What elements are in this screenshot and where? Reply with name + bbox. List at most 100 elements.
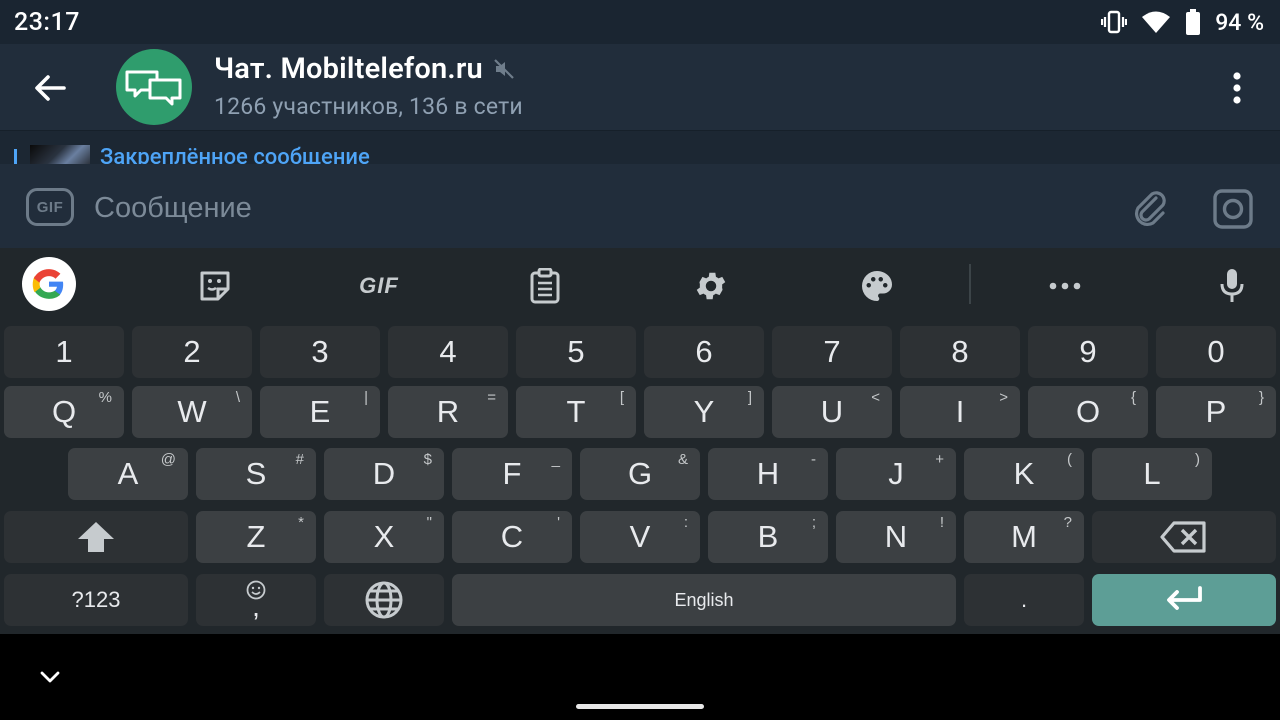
chat-title[interactable]: Чат. Mobiltelefon.ru bbox=[214, 52, 515, 86]
key-w[interactable]: W \ bbox=[132, 386, 252, 438]
key-f[interactable]: F _ bbox=[452, 448, 572, 500]
battery-icon bbox=[1185, 9, 1201, 35]
symbols-key[interactable]: ?123 bbox=[4, 574, 188, 626]
more-vert-icon bbox=[1233, 72, 1241, 104]
key-7[interactable]: 7 bbox=[772, 326, 892, 378]
key-b[interactable]: B; bbox=[708, 511, 828, 563]
key-e[interactable]: E | bbox=[260, 386, 380, 438]
keyboard-toolbar: GIF bbox=[0, 248, 1280, 322]
microphone-icon bbox=[1220, 269, 1244, 302]
backspace-icon bbox=[1160, 521, 1206, 553]
key-g[interactable]: G & bbox=[580, 448, 700, 500]
toolbar-divider bbox=[969, 264, 971, 304]
google-search-button[interactable] bbox=[22, 257, 76, 311]
key-d[interactable]: D $ bbox=[324, 448, 444, 500]
key-r[interactable]: R = bbox=[388, 386, 508, 438]
navigation-bar bbox=[0, 634, 1280, 720]
key-v[interactable]: V: bbox=[580, 511, 700, 563]
enter-key[interactable] bbox=[1092, 574, 1276, 626]
muted-icon bbox=[494, 59, 514, 79]
gif-tool-label: GIF bbox=[359, 273, 399, 298]
key-l[interactable]: L) bbox=[1092, 448, 1212, 500]
shift-key[interactable] bbox=[4, 511, 188, 563]
pinned-label: Закреплённое сообщение bbox=[100, 145, 370, 164]
key-0[interactable]: 0 bbox=[1156, 326, 1276, 378]
key-n[interactable]: N! bbox=[836, 511, 956, 563]
chevron-down-icon bbox=[40, 671, 60, 683]
key-3[interactable]: 3 bbox=[260, 326, 380, 378]
chat-subtitle: 1266 участников, 136 в сети bbox=[214, 93, 523, 120]
back-button[interactable] bbox=[28, 66, 72, 110]
message-input[interactable] bbox=[94, 188, 1094, 228]
pinned-indicator bbox=[14, 149, 17, 164]
key-s[interactable]: S # bbox=[196, 448, 316, 500]
sticker-button[interactable] bbox=[189, 260, 241, 312]
key-5[interactable]: 5 bbox=[516, 326, 636, 378]
arrow-left-icon bbox=[35, 75, 66, 101]
key-9[interactable]: 9 bbox=[1028, 326, 1148, 378]
theme-button[interactable] bbox=[851, 260, 903, 312]
pinned-thumbnail bbox=[30, 145, 90, 164]
key-a[interactable]: A @ bbox=[68, 448, 188, 500]
message-composer: GIF bbox=[0, 164, 1280, 248]
hide-keyboard-button[interactable] bbox=[36, 666, 64, 688]
status-bar: 23:17 94 % bbox=[0, 0, 1280, 44]
camera-button[interactable] bbox=[1210, 186, 1256, 232]
key-c[interactable]: C ' bbox=[452, 511, 572, 563]
key-x[interactable]: X " bbox=[324, 511, 444, 563]
more-menu-button[interactable] bbox=[1218, 66, 1256, 110]
status-time: 23:17 bbox=[14, 8, 80, 37]
key-6[interactable]: 6 bbox=[644, 326, 764, 378]
key-j[interactable]: J + bbox=[836, 448, 956, 500]
key-4[interactable]: 4 bbox=[388, 326, 508, 378]
key-2[interactable]: 2 bbox=[132, 326, 252, 378]
more-horiz-icon bbox=[1049, 282, 1081, 290]
shift-icon bbox=[78, 522, 114, 552]
pinned-message-bar[interactable]: Закреплённое сообщение bbox=[0, 130, 1280, 164]
sticker-icon bbox=[200, 271, 230, 301]
palette-icon bbox=[862, 271, 892, 301]
google-icon bbox=[32, 269, 64, 299]
key-1[interactable]: 1 bbox=[4, 326, 124, 378]
key-p[interactable]: P} bbox=[1156, 386, 1276, 438]
on-screen-keyboard: GIF 1 2 3 4 5 6 7 8 9 0 Q % W \ E | R = … bbox=[0, 248, 1280, 634]
key-z[interactable]: Z * bbox=[196, 511, 316, 563]
camera-icon bbox=[1213, 189, 1253, 229]
battery-percent: 94 % bbox=[1215, 8, 1264, 36]
comma-key[interactable]: , bbox=[196, 574, 316, 626]
key-h[interactable]: H- bbox=[708, 448, 828, 500]
wifi-icon bbox=[1141, 10, 1171, 34]
gif-button[interactable]: GIF bbox=[26, 188, 74, 226]
chat-bubbles-icon bbox=[125, 70, 182, 106]
key-o[interactable]: O{ bbox=[1028, 386, 1148, 438]
vibrate-icon bbox=[1101, 10, 1128, 34]
backspace-key[interactable] bbox=[1092, 511, 1276, 563]
space-key[interactable]: English bbox=[452, 574, 956, 626]
key-i[interactable]: I > bbox=[900, 386, 1020, 438]
period-key[interactable]: . bbox=[964, 574, 1084, 626]
status-icons: 94 % bbox=[1101, 6, 1264, 38]
chat-header: Чат. Mobiltelefon.ru 1266 участников, 13… bbox=[0, 44, 1280, 130]
gif-tool-button[interactable]: GIF bbox=[352, 260, 406, 312]
chat-avatar[interactable] bbox=[116, 49, 192, 125]
key-m[interactable]: M? bbox=[964, 511, 1084, 563]
key-8[interactable]: 8 bbox=[900, 326, 1020, 378]
chat-title-text: Чат. Mobiltelefon.ru bbox=[214, 52, 483, 86]
home-gesture-handle[interactable] bbox=[576, 704, 704, 709]
key-q[interactable]: Q% bbox=[4, 386, 124, 438]
gear-icon bbox=[696, 272, 726, 300]
voice-input-button[interactable] bbox=[1206, 260, 1258, 312]
settings-button[interactable] bbox=[685, 260, 737, 312]
key-y[interactable]: Y] bbox=[644, 386, 764, 438]
attach-button[interactable] bbox=[1128, 186, 1172, 230]
clipboard-button[interactable] bbox=[519, 260, 571, 312]
more-tools-button[interactable] bbox=[1039, 260, 1091, 312]
key-t[interactable]: T[ bbox=[516, 386, 636, 438]
enter-icon bbox=[1167, 586, 1202, 610]
key-u[interactable]: U < bbox=[772, 386, 892, 438]
clipboard-icon bbox=[530, 268, 560, 304]
paperclip-icon bbox=[1134, 191, 1166, 227]
key-k[interactable]: K( bbox=[964, 448, 1084, 500]
language-key[interactable] bbox=[324, 574, 444, 626]
globe-icon bbox=[365, 581, 403, 619]
